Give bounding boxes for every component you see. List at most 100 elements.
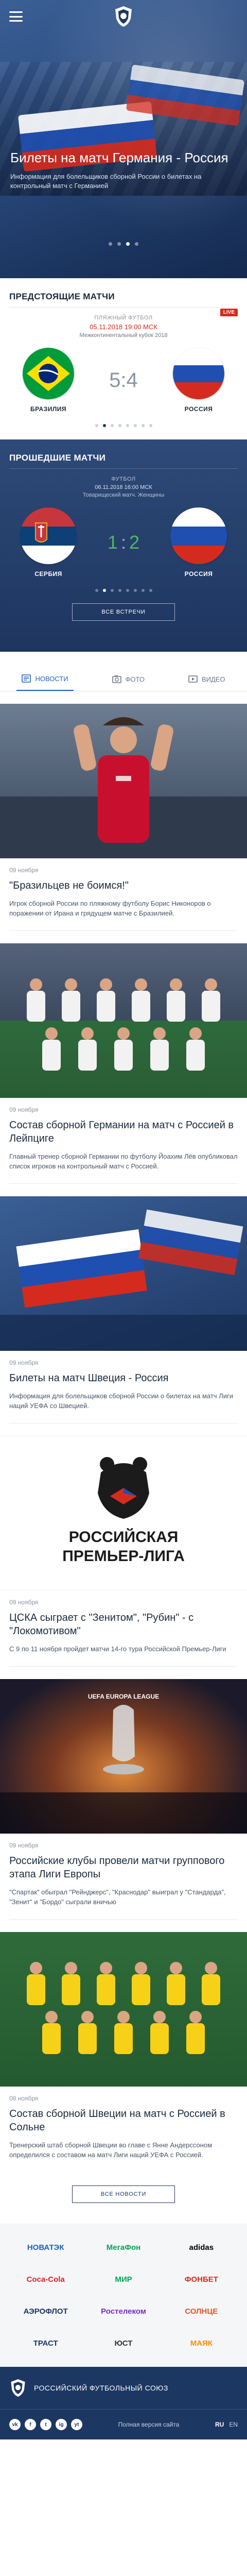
- news-image-team-sweden[interactable]: [0, 1932, 247, 2087]
- player-figure: [202, 991, 220, 1022]
- news-image-europa-league[interactable]: UEFA EUROPA LEAGUE: [0, 1679, 247, 1834]
- news-item[interactable]: UEFA EUROPA LEAGUE 09 ноября Российские …: [0, 1667, 247, 1920]
- news-title[interactable]: Российские клубы провели матчи групповог…: [0, 1849, 247, 1881]
- matches-pagination[interactable]: [9, 589, 238, 592]
- match-datetime: 06.11.2018 16:00 МСК: [95, 484, 152, 490]
- news-title[interactable]: Состав сборной Швеции на матч с Россией …: [0, 2102, 247, 2134]
- news-item[interactable]: 09 ноября "Бразильцев не боимся!" Игрок …: [0, 691, 247, 931]
- sponsor-logo[interactable]: adidas: [166, 2237, 237, 2258]
- hero-pagination[interactable]: [0, 242, 247, 246]
- pagination-dot[interactable]: [149, 424, 152, 427]
- match-tournament: Межконтинентальный кубок 2018: [79, 332, 168, 338]
- media-tabs: НОВОСТИ ФОТО ВИДЕО: [0, 667, 247, 691]
- match-card[interactable]: ФУТБОЛ 06.11.2018 16:00 МСК Товарищеский…: [0, 469, 247, 633]
- pagination-dot[interactable]: [126, 589, 129, 592]
- news-image-rpl-logo[interactable]: РОССИЙСКАЯ ПРЕМЬЕР-ЛИГА: [0, 1436, 247, 1590]
- news-title[interactable]: ЦСКА сыграет с "Зенитом", "Рубин" - с "Л…: [0, 1606, 247, 1638]
- pagination-dot[interactable]: [95, 424, 98, 427]
- news-image-player[interactable]: [0, 704, 247, 858]
- sponsor-logo[interactable]: ФОНБЕТ: [166, 2269, 237, 2290]
- sponsor-logo[interactable]: Ростелеком: [88, 2301, 158, 2321]
- home-score: 1: [107, 532, 118, 553]
- pagination-dot[interactable]: [95, 589, 98, 592]
- full-version-link[interactable]: Полная версия сайта: [118, 2421, 180, 2428]
- hero-title[interactable]: Билеты на матч Германия - Россия: [10, 149, 237, 166]
- vk-icon[interactable]: vk: [9, 2419, 21, 2430]
- player-figure: [30, 1962, 42, 1974]
- pagination-dot[interactable]: [110, 424, 114, 427]
- news-date: 08 ноября: [9, 2095, 39, 2102]
- sponsor-logo[interactable]: МАЯК: [166, 2333, 237, 2353]
- hero-banner[interactable]: Билеты на матч Германия - Россия Информа…: [0, 0, 247, 278]
- rfs-logo-icon[interactable]: [112, 5, 135, 28]
- home-team[interactable]: СЕРБИЯ: [17, 507, 79, 578]
- sponsor-logo[interactable]: ЮСТ: [88, 2333, 158, 2353]
- pagination-dot[interactable]: [135, 242, 138, 246]
- all-matches-button[interactable]: ВСЕ ВСТРЕЧИ: [72, 603, 175, 621]
- pagination-dot[interactable]: [133, 424, 137, 427]
- away-team[interactable]: РОССИЯ: [168, 348, 230, 413]
- pagination-dot[interactable]: [118, 424, 121, 427]
- sponsors-grid: НОВАТЭК МегаФон adidas Coca-Cola МИР ФОНБЕТ АЭ…: [0, 2224, 247, 2367]
- sponsor-logo[interactable]: СОЛНЦЕ: [166, 2301, 237, 2321]
- pagination-dot[interactable]: [110, 589, 114, 592]
- sponsor-logo[interactable]: НОВАТЭК: [10, 2237, 81, 2258]
- news-title[interactable]: Состав сборной Германии на матч с Россие…: [0, 1113, 247, 1145]
- player-figure: [62, 1974, 80, 2005]
- home-team[interactable]: БРАЗИЛИЯ: [17, 348, 79, 413]
- matches-pagination[interactable]: [9, 424, 238, 427]
- news-item[interactable]: 09 ноября Состав сборной Германии на мат…: [0, 931, 247, 1184]
- news-image-team-germany[interactable]: [0, 943, 247, 1098]
- pagination-dot[interactable]: [118, 589, 121, 592]
- away-team[interactable]: РОССИЯ: [168, 507, 230, 578]
- ig-icon[interactable]: ig: [56, 2419, 67, 2430]
- pagination-dot[interactable]: [133, 589, 137, 592]
- news-image-fans[interactable]: [0, 1196, 247, 1351]
- news-title[interactable]: Билеты на матч Швеция - Россия: [0, 1366, 247, 1385]
- tab-photo[interactable]: ФОТО: [107, 667, 150, 691]
- news-icon: [22, 674, 31, 683]
- news-item[interactable]: РОССИЙСКАЯ ПРЕМЬЕР-ЛИГА 09 ноября ЦСКА с…: [0, 1423, 247, 1667]
- all-news-button[interactable]: ВСЕ НОВОСТИ: [72, 2185, 175, 2203]
- language-en[interactable]: EN: [229, 2421, 238, 2428]
- pagination-dot[interactable]: [102, 589, 106, 592]
- news-title[interactable]: "Бразильцев не боимся!": [0, 874, 247, 892]
- news-date: 09 ноября: [9, 1359, 39, 1366]
- news-item[interactable]: 09 ноября Билеты на матч Швеция - Россия…: [0, 1184, 247, 1423]
- player-figure: [170, 978, 182, 991]
- sponsor-logo[interactable]: ТРАСТ: [10, 2333, 81, 2353]
- tab-video[interactable]: ВИДЕО: [183, 667, 231, 691]
- player-figure: [150, 2023, 169, 2054]
- match-card[interactable]: LIVE ПЛЯЖНЫЙ ФУТБОЛ 05.11.2018 19:00 МСК…: [0, 308, 247, 439]
- player-figure: [205, 1962, 217, 1974]
- pagination-dot[interactable]: [117, 242, 121, 246]
- pagination-dot[interactable]: [126, 242, 130, 246]
- sponsor-logo[interactable]: Coca-Cola: [10, 2269, 81, 2290]
- tab-news[interactable]: НОВОСТИ: [16, 667, 74, 691]
- news-date: 09 ноября: [9, 1842, 39, 1849]
- player-figure: [117, 2011, 130, 2023]
- sponsor-logo[interactable]: МегаФон: [88, 2237, 158, 2258]
- tab-label: НОВОСТИ: [35, 674, 68, 683]
- player-figure: [65, 978, 77, 991]
- score-separator: :: [120, 532, 126, 553]
- sponsor-logo[interactable]: МИР: [88, 2269, 158, 2290]
- news-item[interactable]: 08 ноября Состав сборной Швеции на матч …: [0, 1920, 247, 2160]
- player-figure: [132, 991, 150, 1022]
- pagination-dot[interactable]: [126, 424, 129, 427]
- t-icon[interactable]: t: [40, 2419, 51, 2430]
- top-bar: [0, 0, 247, 33]
- player-figure: [114, 2023, 133, 2054]
- pagination-dot[interactable]: [141, 424, 145, 427]
- menu-icon[interactable]: [9, 11, 23, 22]
- pagination-dot[interactable]: [109, 242, 112, 246]
- rfs-logo-icon[interactable]: [9, 2378, 27, 2398]
- pagination-dot[interactable]: [141, 589, 145, 592]
- player-figure: [189, 2011, 202, 2023]
- language-ru[interactable]: RU: [215, 2421, 224, 2428]
- pagination-dot[interactable]: [102, 424, 106, 427]
- pagination-dot[interactable]: [149, 589, 152, 592]
- yt-icon[interactable]: yt: [71, 2419, 82, 2430]
- sponsor-logo[interactable]: АЭРОФЛОТ: [10, 2301, 81, 2321]
- f-icon[interactable]: f: [25, 2419, 36, 2430]
